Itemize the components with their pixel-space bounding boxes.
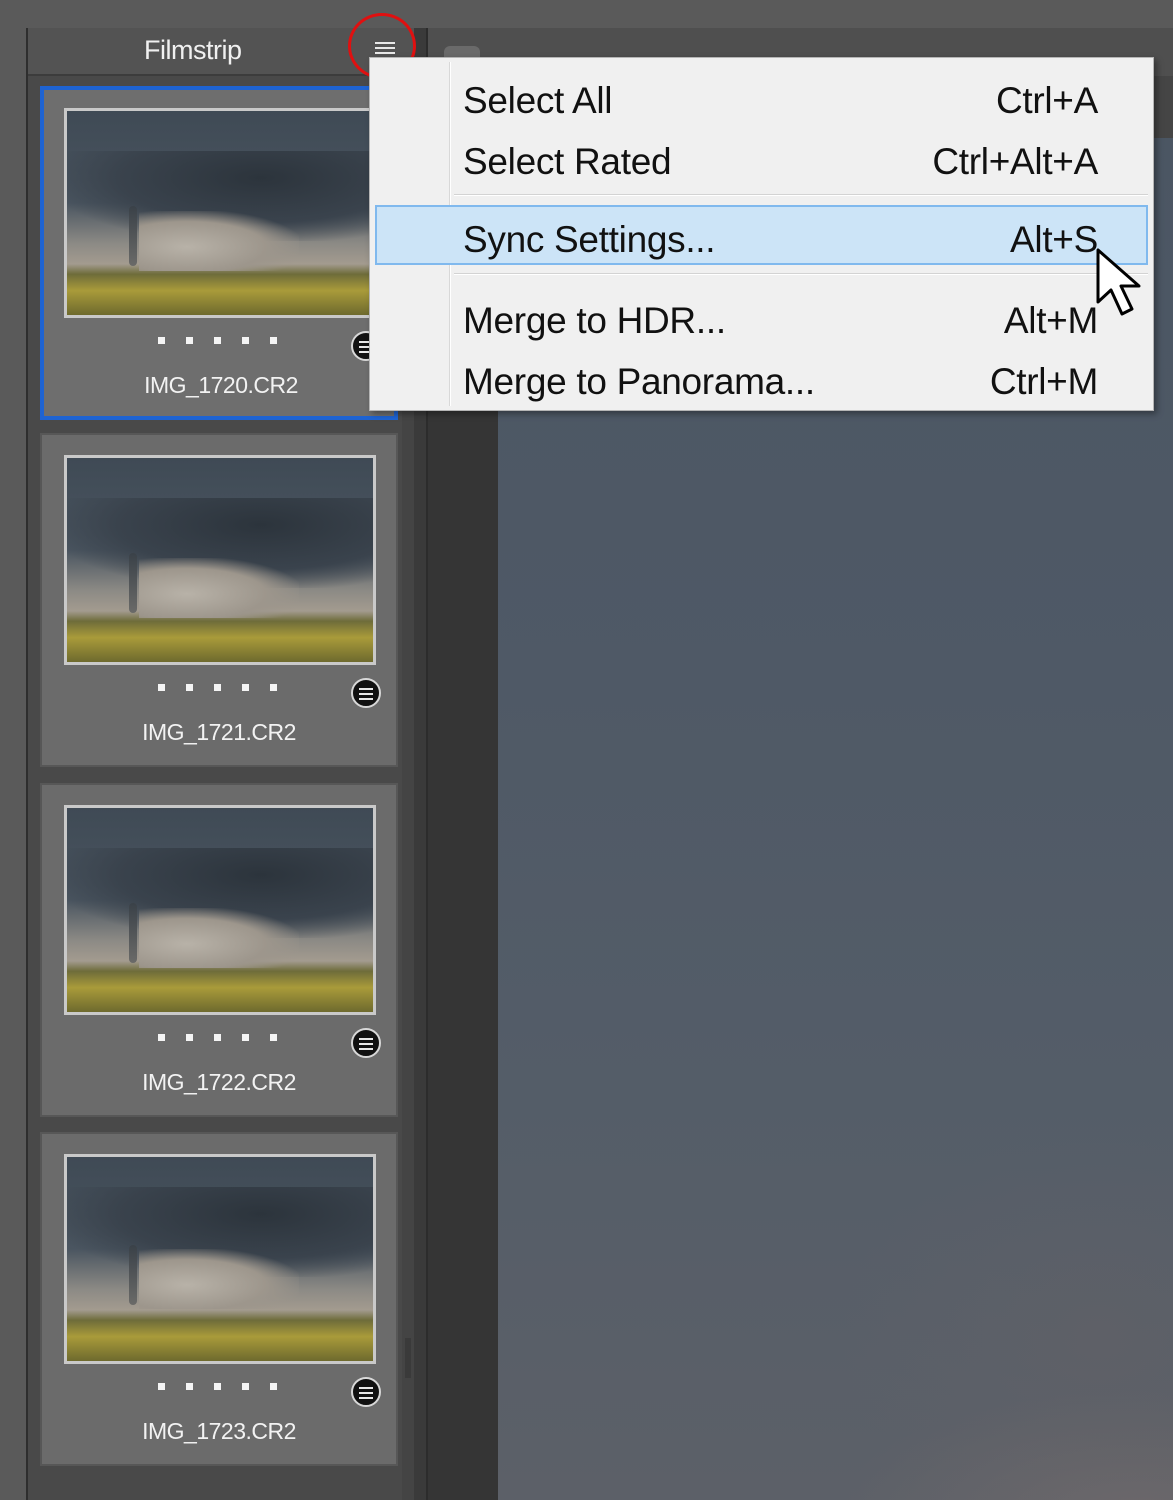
adjustments-icon	[351, 678, 381, 708]
menu-item-shortcut: Alt+M	[1003, 300, 1098, 341]
filmstrip-item[interactable]: IMG_1720.CR2	[40, 86, 398, 420]
menu-item-label: Merge to Panorama...	[463, 361, 815, 402]
menu-item-select-all[interactable]: Select All Ctrl+A	[375, 66, 1148, 126]
thumbnail-filename: IMG_1721.CR2	[142, 719, 296, 745]
window-frame-top	[0, 0, 1173, 28]
thumbnail-filename: IMG_1723.CR2	[142, 1418, 296, 1444]
rating-dots[interactable]	[158, 1377, 298, 1395]
menu-item-shortcut: Ctrl+A	[995, 80, 1098, 121]
adjustments-icon	[351, 1377, 381, 1407]
rating-dots[interactable]	[158, 331, 298, 349]
thumbnail-image	[64, 805, 376, 1015]
menu-item-label: Sync Settings...	[463, 219, 716, 260]
menu-item-shortcut: Ctrl+M	[989, 361, 1098, 402]
thumbnail-image	[64, 1154, 376, 1364]
menu-item-sync-settings[interactable]: Sync Settings... Alt+S	[375, 205, 1148, 265]
adjustments-icon	[351, 1028, 381, 1058]
menu-item-label: Select All	[463, 80, 613, 121]
thumbnail-filename: IMG_1722.CR2	[142, 1069, 296, 1095]
window-frame-left	[0, 0, 26, 1500]
thumbnail-image	[64, 108, 376, 318]
rating-dots[interactable]	[158, 1028, 298, 1046]
menu-item-label: Select Rated	[463, 141, 672, 182]
menu-item-shortcut: Alt+S	[1010, 219, 1098, 260]
mouse-cursor-icon	[1096, 248, 1141, 316]
thumbnail-image	[64, 455, 376, 665]
panel-title: Filmstrip	[144, 35, 242, 65]
rating-dots[interactable]	[158, 678, 298, 696]
menu-item-merge-panorama[interactable]: Merge to Panorama... Ctrl+M	[375, 347, 1148, 407]
thumbnail-filename: IMG_1720.CR2	[144, 372, 298, 398]
filmstrip-panel: Filmstrip IMG_1720.CR2 IMG_1721.CR2 IMG_…	[26, 28, 414, 1500]
menu-item-merge-hdr[interactable]: Merge to HDR... Alt+M	[375, 286, 1148, 346]
menu-item-select-rated[interactable]: Select Rated Ctrl+Alt+A	[375, 127, 1148, 187]
filmstrip-item[interactable]: IMG_1722.CR2	[40, 783, 398, 1117]
menu-item-shortcut: Ctrl+Alt+A	[932, 141, 1098, 182]
menu-item-label: Merge to HDR...	[463, 300, 726, 341]
filmstrip-item[interactable]: IMG_1721.CR2	[40, 433, 398, 767]
scrollbar-grip[interactable]	[405, 1338, 411, 1378]
filmstrip-flyout-menu: Select All Ctrl+A Select Rated Ctrl+Alt+…	[369, 57, 1154, 411]
filmstrip-item[interactable]: IMG_1723.CR2	[40, 1132, 398, 1466]
